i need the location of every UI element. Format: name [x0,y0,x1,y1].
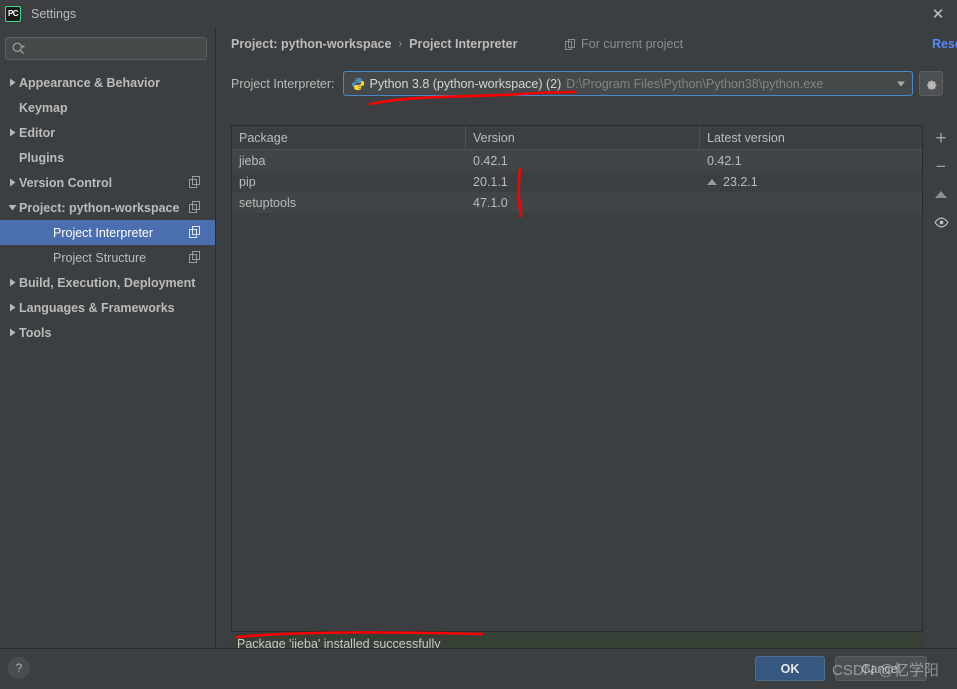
upgrade-package-button[interactable] [929,185,953,203]
table-row[interactable]: jieba 0.42.1 0.42.1 [232,150,922,171]
copy-icon [565,38,575,50]
sidebar-item-languages-frameworks[interactable]: Languages & Frameworks [0,295,215,320]
chevron-right-icon [6,303,19,312]
pycharm-logo-text: PC [7,9,19,18]
sidebar-item-label: Project Interpreter [53,225,154,240]
for-current-project: For current project [565,37,683,51]
sidebar-item-label: Tools [19,325,52,340]
sidebar-item-label: Editor [19,125,56,140]
package-toolbar: + − [924,125,957,632]
breadcrumb-separator: › [398,38,403,50]
column-header-latest-version[interactable]: Latest version [700,126,922,149]
search-input[interactable] [28,41,200,56]
cell-package: setuptools [239,195,296,210]
title-bar: PC Settings ✕ [0,0,957,27]
sidebar-item-project-structure[interactable]: Project Structure [0,245,215,270]
cell-package: pip [239,174,256,189]
add-package-button-glyph: + [935,127,947,149]
interpreter-row: Project Interpreter: Python 3.8 (python-… [231,71,943,96]
copy-icon[interactable] [189,251,201,266]
sidebar-item-keymap[interactable]: Keymap [0,95,215,120]
remove-package-button-glyph: − [936,156,946,176]
add-package-button[interactable]: + [929,127,953,149]
chevron-right-icon [6,278,19,287]
sidebar-item-version-control[interactable]: Version Control [0,170,215,195]
eye-icon [933,216,949,228]
sidebar-item-label: Version Control [19,175,113,190]
ok-button[interactable]: OK [755,656,825,681]
chevron-right-icon [6,328,19,337]
cell-latest-version: 23.2.1 [700,171,922,192]
interpreter-path: D:\Program Files\Python\Python38\python.… [566,76,824,91]
breadcrumb-current: Project Interpreter [409,37,518,51]
latest-version-text: 23.2.1 [723,174,758,189]
gear-icon [926,80,936,90]
reset-link[interactable]: Reset [932,37,957,51]
settings-dialog: PC Settings ✕ Appearance & Behavior Keyma… [0,0,957,689]
settings-sidebar: Appearance & Behavior Keymap Editor Plugins… [0,27,216,648]
column-header-package[interactable]: Package [232,126,466,149]
table-row[interactable]: pip 20.1.1 23.2.1 [232,171,922,192]
python-icon [351,77,364,90]
copy-icon[interactable] [189,176,201,191]
sidebar-item-plugins[interactable]: Plugins [0,145,215,170]
sidebar-item-label: Plugins [19,150,65,165]
copy-icon[interactable] [189,201,201,216]
sidebar-item-label: Project: python-workspace [19,200,180,215]
cell-latest-version: 0.42.1 [707,153,742,168]
copy-icon[interactable] [189,226,201,241]
cell-version: 20.1.1 [473,174,508,189]
table-header: Package Version Latest version [232,126,922,150]
table-row[interactable]: setuptools 47.1.0 [232,192,922,213]
chevron-right-icon [6,128,19,137]
interpreter-label: Project Interpreter: [231,76,335,91]
pycharm-logo-icon: PC [5,5,21,22]
settings-tree: Appearance & Behavior Keymap Editor Plugins… [0,70,215,345]
packages-table: Package Version Latest version jieba 0.42… [231,125,923,632]
sidebar-item-project-python-workspace[interactable]: Project: python-workspace [0,195,215,220]
sidebar-item-appearance-behavior[interactable]: Appearance & Behavior [0,70,215,95]
chevron-right-icon [6,78,19,87]
sidebar-item-editor[interactable]: Editor [0,120,215,145]
help-button[interactable]: ? [8,657,30,679]
upgrade-available-icon [707,178,717,185]
sidebar-item-label: Appearance & Behavior [19,75,161,90]
interpreter-dropdown[interactable]: Python 3.8 (python-workspace) (2) D:\Pro… [342,71,913,96]
close-icon[interactable]: ✕ [929,5,947,23]
table-body: jieba 0.42.1 0.42.1 pip 20.1.1 23.2.1 setuptoo… [232,150,922,213]
cell-latest-version [700,192,922,213]
main-panel: Project: python-workspace › Project Inte… [217,27,957,655]
cell-version: 0.42.1 [473,153,508,168]
interpreter-value: Python 3.8 (python-workspace) (2) [369,76,562,91]
sidebar-item-build-execution-deployment[interactable]: Build, Execution, Deployment [0,270,215,295]
cell-version: 47.1.0 [473,195,508,210]
cancel-button[interactable]: Cancel [835,656,927,681]
triangle-up-icon [935,190,947,198]
dialog-footer: ? OK Cancel [0,648,957,689]
interpreter-settings-button[interactable] [919,71,943,96]
chevron-right-icon [6,178,19,187]
breadcrumb: Project: python-workspace › Project Inte… [231,37,518,51]
search-icon [12,42,25,55]
sidebar-item-project-interpreter[interactable]: Project Interpreter [0,220,215,245]
sidebar-item-label: Project Structure [53,250,147,265]
search-box[interactable] [5,37,207,60]
chevron-down-icon [897,81,905,86]
chevron-down-icon [6,203,19,212]
show-early-releases-button[interactable] [929,213,953,231]
breadcrumb-parent[interactable]: Project: python-workspace [231,37,391,51]
cell-package: jieba [239,153,266,168]
column-header-version[interactable]: Version [466,126,700,149]
sidebar-item-label: Keymap [19,100,68,115]
remove-package-button[interactable]: − [929,157,953,175]
sidebar-item-label: Languages & Frameworks [19,300,175,315]
for-current-project-label: For current project [581,37,684,51]
sidebar-item-label: Build, Execution, Deployment [19,275,196,290]
sidebar-item-tools[interactable]: Tools [0,320,215,345]
window-title: Settings [31,6,77,21]
